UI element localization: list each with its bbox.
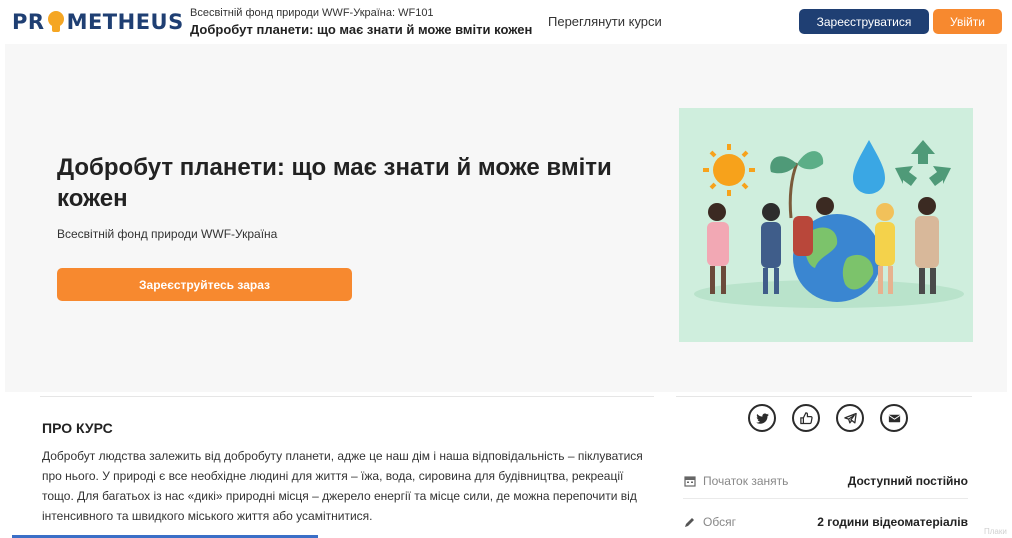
about-text: Добробут людства залежить від добробуту …	[42, 449, 643, 523]
login-button[interactable]: Увійти	[933, 9, 1002, 34]
section-divider	[40, 396, 654, 397]
course-org-code: Всесвітній фонд природи WWF-Україна: WF1…	[190, 7, 434, 19]
register-button[interactable]: Зареєструватися	[799, 9, 929, 34]
lightbulb-icon	[46, 10, 66, 34]
calendar-icon	[683, 474, 697, 488]
telegram-icon[interactable]	[836, 404, 864, 432]
info-value: 2 години відеоматеріалів	[817, 515, 968, 529]
corner-watermark-text: Плаки	[984, 527, 1007, 536]
info-divider	[683, 498, 968, 499]
course-organization: Всесвітній фонд природи WWF-Україна	[57, 227, 278, 241]
course-hero: Добробут планети: що має знати й може вм…	[5, 44, 1007, 392]
pencil-icon	[683, 515, 697, 529]
about-heading: ПРО КУРС	[42, 420, 113, 436]
site-header: PR METHEUS Всесвітній фонд природи WWF-У…	[0, 0, 1012, 44]
info-value: Доступний постійно	[847, 474, 968, 488]
recycle-icon	[895, 140, 951, 186]
prometheus-logo[interactable]: PR METHEUS	[12, 8, 184, 36]
logo-text-end: METHEUS	[66, 10, 184, 34]
browse-courses-link[interactable]: Переглянути курси	[548, 14, 662, 29]
info-label: Обсяг	[703, 515, 736, 529]
email-icon[interactable]	[880, 404, 908, 432]
header-course-title: Добробут планети: що має знати й може вм…	[190, 22, 533, 37]
section-divider	[676, 396, 972, 397]
info-label: Початок занять	[703, 474, 789, 488]
sun-icon	[703, 144, 755, 196]
course-title: Добробут планети: що має знати й може вм…	[57, 154, 612, 212]
like-icon[interactable]	[792, 404, 820, 432]
info-row-duration: Обсяг 2 години відеоматеріалів	[683, 511, 968, 533]
water-drop-icon	[853, 140, 885, 194]
twitter-icon[interactable]	[748, 404, 776, 432]
share-buttons	[748, 404, 912, 432]
logo-text-start: PR	[12, 10, 45, 34]
course-illustration	[679, 108, 973, 342]
info-row-start: Початок занять Доступний постійно	[683, 470, 968, 492]
enroll-button[interactable]: Зареєструйтесь зараз	[57, 268, 352, 301]
